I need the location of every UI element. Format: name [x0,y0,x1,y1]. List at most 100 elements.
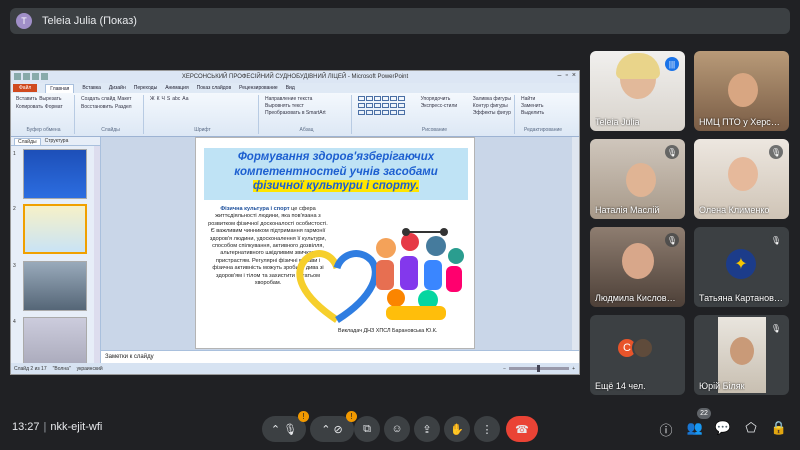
end-call-button[interactable]: ☎ [506,416,538,442]
tab-slideshow[interactable]: Показ слайдов [197,85,231,91]
end-call-icon: ☎ [515,423,529,436]
camera-off-icon: ⊘ [333,423,343,436]
group-font: Ж К Ч S abc Аа Шрифт [147,95,259,134]
participant-name: Татьяна Картанов… [699,293,783,303]
pane-tabs: Слайды Структура [11,137,100,146]
shape-outline-button[interactable]: Контур фигуры [473,103,511,109]
participant-tile[interactable]: ✦ 🎙︎ Татьяна Картанов… [694,227,789,307]
italic-button[interactable]: К [157,96,160,102]
emoji-button[interactable]: ☺ [384,416,410,442]
slide-thumbnail-selected[interactable] [23,204,87,254]
replace-button[interactable]: Заменить [521,103,565,109]
participant-tile[interactable]: 🎙︎ Наталія Маслій [590,139,685,219]
activities-icon[interactable]: ⬠ [742,420,760,436]
tab-animation[interactable]: Анимация [165,85,188,91]
tab-view[interactable]: Вид [286,85,295,91]
participant-tile[interactable]: ||| Teleia Julia [590,51,685,131]
shape-effects-button[interactable]: Эффекты фигур [473,110,511,116]
quick-access-toolbar[interactable] [14,73,48,80]
reset-button[interactable]: Восстановить [81,104,113,110]
participant-tile[interactable]: 🎙︎ Олена Клименко [694,139,789,219]
paste-button[interactable]: Вставить [16,96,37,102]
presenter-avatar: T [16,13,32,29]
people-icon[interactable]: 👥 [686,420,704,436]
shape-fill-button[interactable]: Заливка фигуры [473,96,511,102]
slide-thumbnail[interactable] [23,261,87,311]
tab-slides[interactable]: Слайды [14,137,41,145]
tab-transitions[interactable]: Переходы [134,85,157,91]
close-icon[interactable]: × [572,72,576,79]
presenter-banner: T Teleia Julia (Показ) [10,8,790,34]
slide-thumbnail[interactable] [23,317,87,367]
editor-scrollbar[interactable] [572,137,579,357]
participant-video [728,73,758,107]
raise-hand-button[interactable]: ✋ [444,416,470,442]
smartart-button[interactable]: Преобразовать в SmartArt [265,110,348,116]
find-button[interactable]: Найти [521,96,565,102]
current-slide[interactable]: Формування здоров'язберігаючих компетент… [195,137,475,349]
underline-button[interactable]: Ч [162,96,165,102]
minimize-icon[interactable]: – [558,72,562,79]
notes-field[interactable]: Заметки к слайду [101,350,579,363]
pane-scrollbar[interactable] [94,146,100,374]
zoom-in-icon[interactable]: + [572,366,575,372]
tab-outline[interactable]: Структура [45,138,69,144]
host-controls-icon[interactable]: 🔒 [770,420,788,436]
text-direction-button[interactable]: Направление текста [265,96,348,102]
select-button[interactable]: Выделить [521,110,565,116]
present-icon: ⇪ [422,423,432,436]
shapes-gallery[interactable] [358,96,405,116]
maximize-icon[interactable]: ▫ [565,72,567,79]
shadow-button[interactable]: S [167,96,170,102]
bold-button[interactable]: Ж [150,96,155,102]
mic-button[interactable]: ⌃ 🎙︎ ! [262,411,309,442]
captions-button[interactable]: ⧉ [354,416,380,442]
arrange-button[interactable]: Упорядочить [421,96,458,102]
cut-button[interactable]: Вырезать [39,96,61,102]
tab-file[interactable]: Файл [13,84,38,92]
group-label: Буфер обмена [26,127,61,133]
speaking-indicator-icon: ||| [665,57,679,71]
participant-tile[interactable]: 🎙︎ Юрій Біляк [694,315,789,395]
chat-icon[interactable]: 💬 [714,420,732,436]
zoom-control[interactable]: − + [503,365,575,372]
window-controls[interactable]: – ▫ × [558,72,576,79]
more-options-button[interactable]: ⋮ [474,416,500,442]
group-label: Абзац [299,127,314,133]
camera-button[interactable]: ⌃ ⊘ ! [310,411,357,442]
new-slide-button[interactable]: Создать слайд [81,96,115,102]
chevron-up-icon[interactable]: ⌃ [271,423,280,436]
warning-badge: ! [298,411,309,422]
format-painter-button[interactable]: Формат [45,104,63,110]
participant-video [626,163,656,197]
tab-review[interactable]: Рецензирование [239,85,278,91]
strikethrough-button[interactable]: abc [172,96,180,102]
info-icon[interactable]: ⓘ [657,420,675,439]
captions-icon: ⧉ [363,422,371,435]
more-participants-tile[interactable]: C Ещё 14 чел. [590,315,685,395]
mic-off-icon: 🎙︎ [283,423,298,436]
shared-screen[interactable]: ХЕРСОНСЬКИЙ ПРОФЕСІЙНИЙ СУДНОБУДІВНИЙ ЛІ… [10,70,580,375]
present-button[interactable]: ⇪ [414,416,440,442]
body-lead: Фізична культура і спорт [220,206,290,212]
tab-insert[interactable]: Вставка [82,85,101,91]
slides-pane: Слайды Структура 1 2 3 4 [11,137,101,374]
section-button[interactable]: Раздел [115,104,132,110]
copy-button[interactable]: Копировать [16,104,43,110]
participant-tile[interactable]: 🎙︎ Людмила Кислов… [590,227,685,307]
participant-tile[interactable]: НМЦ ПТО у Херсо… [694,51,789,131]
zoom-slider[interactable] [509,365,570,372]
participant-name: Олена Клименко [699,205,770,215]
slide-thumbnail[interactable] [23,149,87,199]
chevron-up-icon[interactable]: ⌃ [321,423,330,436]
tab-home[interactable]: Главная [45,83,75,93]
clock: 13:27 [12,421,40,433]
quick-styles-button[interactable]: Экспресс-стили [421,103,458,109]
tab-design[interactable]: Дизайн [109,85,126,91]
zoom-out-icon[interactable]: − [503,366,506,372]
layout-button[interactable]: Макет [117,96,131,102]
participant-name: Людмила Кислов… [595,293,676,303]
change-case-button[interactable]: Аа [182,96,188,102]
align-text-button[interactable]: Выровнять текст [265,103,348,109]
pp-workspace: Слайды Структура 1 2 3 4 Формування здор… [11,137,579,374]
